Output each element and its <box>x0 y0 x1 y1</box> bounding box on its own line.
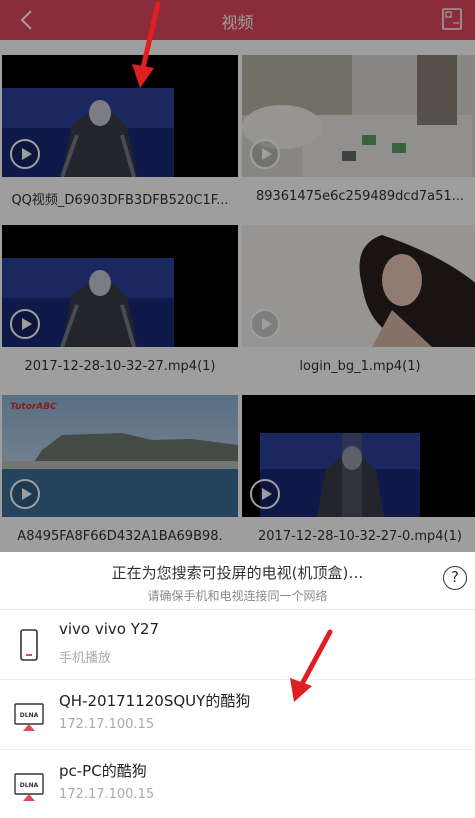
device-item[interactable]: DLNA QH-20171120SQUY的酷狗 172.17.100.15 <box>0 680 475 750</box>
device-subtitle: 172.17.100.15 <box>59 717 155 732</box>
dim-overlay[interactable] <box>0 0 475 552</box>
dlna-label: DLNA <box>20 782 39 789</box>
annotation-arrow-icon <box>290 629 333 702</box>
device-subtitle: 手机播放 <box>59 651 112 666</box>
device-name: pc-PC的酷狗 <box>59 762 147 780</box>
device-name: vivo vivo Y27 <box>59 620 159 638</box>
annotation-arrow-icon <box>132 1 161 88</box>
device-item[interactable]: DLNA pc-PC的酷狗 172.17.100.15 <box>0 750 475 818</box>
sheet-subtitle: 请确保手机和电视连接同一个网络 <box>147 589 328 603</box>
device-name: QH-20171120SQUY的酷狗 <box>59 692 251 710</box>
phone-icon <box>20 629 38 661</box>
dlna-tv-icon: DLNA <box>14 703 44 731</box>
dlna-tv-icon: DLNA <box>14 773 44 801</box>
device-subtitle: 172.17.100.15 <box>59 787 155 802</box>
sheet-header: 正在为您搜索可投屏的电视(机顶盒)… 请确保手机和电视连接同一个网络 ? <box>0 552 475 610</box>
device-item[interactable]: vivo vivo Y27 手机播放 <box>0 610 475 680</box>
sheet-title: 正在为您搜索可投屏的电视(机顶盒)… <box>111 564 364 582</box>
cast-device-sheet: 正在为您搜索可投屏的电视(机顶盒)… 请确保手机和电视连接同一个网络 ? viv… <box>0 552 475 818</box>
dlna-label: DLNA <box>20 712 39 719</box>
help-icon[interactable]: ? <box>443 566 467 590</box>
